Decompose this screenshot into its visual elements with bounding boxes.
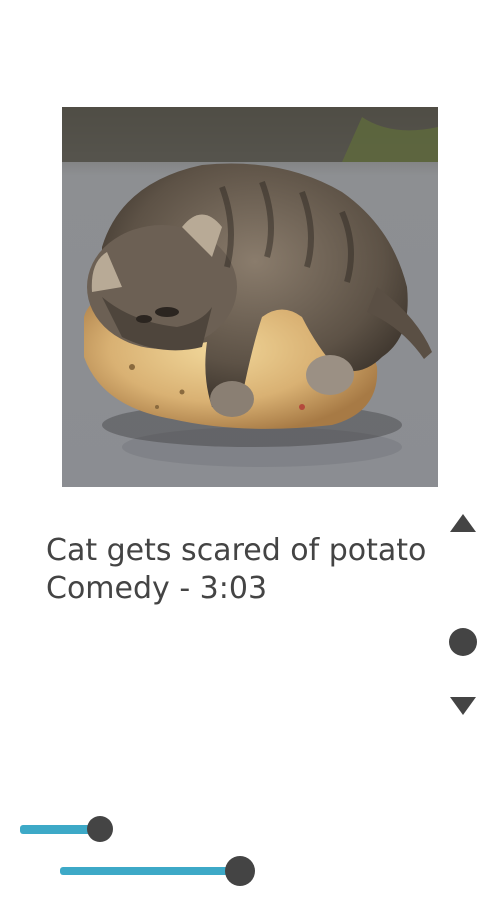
video-subtitle: Comedy - 3:03: [46, 571, 268, 606]
slider-2-track[interactable]: [60, 867, 240, 875]
slider-2[interactable]: [60, 856, 260, 886]
slider-2-knob[interactable]: [225, 856, 255, 886]
slider-1-knob[interactable]: [87, 816, 113, 842]
slider-1[interactable]: [20, 815, 116, 843]
video-thumbnail[interactable]: [62, 107, 438, 487]
video-title: Cat gets scared of potato: [46, 533, 427, 568]
video-info: Cat gets scared of potato Comedy - 3:03: [46, 532, 426, 608]
triangle-down-icon[interactable]: [450, 697, 476, 715]
kitten-on-potato-image: [62, 107, 438, 487]
triangle-up-icon[interactable]: [450, 514, 476, 532]
circle-icon[interactable]: [449, 628, 477, 656]
